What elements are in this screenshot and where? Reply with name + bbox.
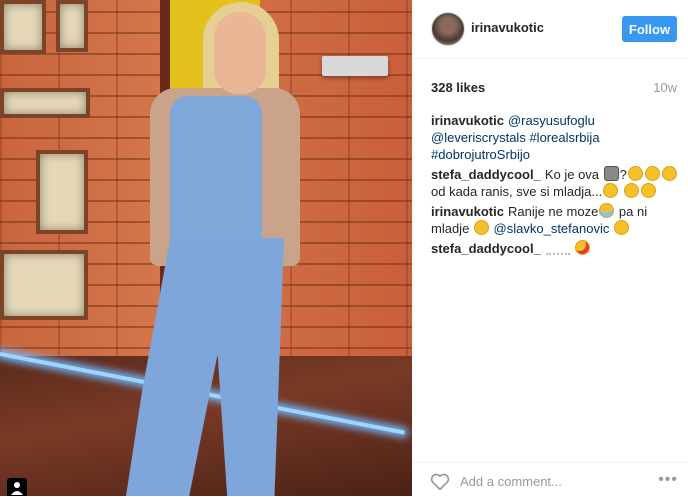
comment-username[interactable]: stefa_daddycool_ xyxy=(431,241,541,256)
wall-niche xyxy=(0,0,46,54)
comment-username[interactable]: irinavukotic xyxy=(431,113,504,128)
wall-niche xyxy=(0,88,90,118)
smiley-emoji xyxy=(661,166,677,181)
comment: irinavukotic @rasyusufoglu @leveriscrysta… xyxy=(431,112,681,163)
smiley-emoji xyxy=(603,183,619,198)
kiss-emoji xyxy=(575,240,591,255)
post-username[interactable]: irinavukotic xyxy=(471,20,544,35)
comment-text xyxy=(609,221,613,236)
comment-bar: ••• xyxy=(412,462,688,497)
hashtag-link[interactable]: #lorealsrbija xyxy=(529,130,599,145)
mention-link[interactable]: @slavko_stefanovic xyxy=(494,221,610,236)
smiley-emoji xyxy=(644,166,660,181)
comment-text: ? xyxy=(619,167,627,182)
post-header: irinavukotic Follow xyxy=(412,0,688,59)
person-face xyxy=(214,12,266,94)
comment: irinavukotic Ranije ne moze pa ni mladje … xyxy=(431,203,681,237)
smiley-emoji xyxy=(473,220,489,235)
heart-icon[interactable] xyxy=(430,473,450,496)
tears-of-joy-emoji xyxy=(599,203,615,218)
smiley-emoji xyxy=(623,183,639,198)
comment: stefa_daddycool_ Ko je ova ? od kada rani… xyxy=(431,166,681,200)
wall-niche xyxy=(56,0,88,52)
comment: stefa_daddycool_ xyxy=(431,240,681,257)
wall-niche xyxy=(0,250,88,320)
comment-username[interactable]: irinavukotic xyxy=(431,204,504,219)
post-age[interactable]: 10w xyxy=(653,80,677,95)
avatar[interactable] xyxy=(431,12,465,46)
comment-text xyxy=(571,241,575,256)
mention-link[interactable]: @leveriscrystals xyxy=(431,130,526,145)
mention-link[interactable]: @rasyusufoglu xyxy=(508,113,595,128)
comment-username[interactable]: stefa_daddycool_ xyxy=(431,167,541,182)
comments-list: irinavukotic @rasyusufoglu @leveriscrysta… xyxy=(431,112,681,260)
likes-count[interactable]: 328 likes xyxy=(431,80,485,95)
wall-sign xyxy=(322,56,388,76)
hashtag-link[interactable]: #dobrojutroSrbijo xyxy=(431,147,530,162)
post-sidebar: irinavukotic Follow 328 likes 10w irinav… xyxy=(412,0,688,496)
comment-text: Ko je ova xyxy=(544,167,603,182)
smiley-emoji xyxy=(640,183,656,198)
wave-emoji xyxy=(545,244,570,255)
person-top xyxy=(170,96,262,246)
comment-text: Ranije ne moze xyxy=(507,204,599,219)
grin-emoji xyxy=(613,220,629,235)
more-options-icon[interactable]: ••• xyxy=(658,472,678,488)
comment-text: od kada ranis, sve si mladja... xyxy=(431,184,603,199)
smiley-emoji xyxy=(627,166,643,181)
post-photo[interactable] xyxy=(0,0,412,496)
user-tag-icon[interactable] xyxy=(7,478,27,496)
comment-input[interactable] xyxy=(460,472,630,490)
cat-face-emoji xyxy=(603,166,619,181)
wall-niche xyxy=(36,150,88,234)
follow-button[interactable]: Follow xyxy=(622,16,677,42)
comment-text xyxy=(619,184,623,199)
